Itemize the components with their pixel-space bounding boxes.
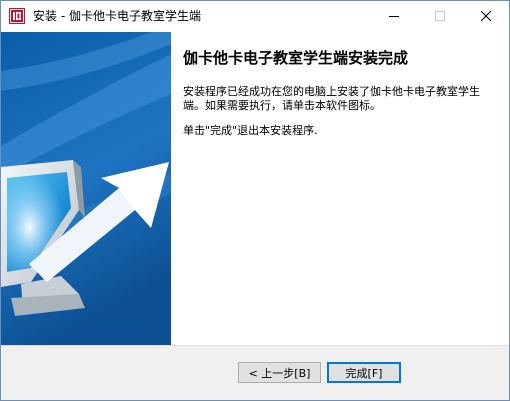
- completion-message: 安装程序已经成功在您的电脑上安装了伽卡他卡电子教室学生端。如果需要执行，请单击本…: [183, 85, 480, 112]
- installer-window: 安装 - 伽卡他卡电子教室学生端 伽卡他卡电子教室学生端安装完成 安装程序已经成…: [0, 0, 510, 401]
- button-bar: < 上一步[B] 完成[F]: [1, 345, 509, 400]
- back-button[interactable]: < 上一步[B]: [238, 362, 321, 383]
- content-panel: 伽卡他卡电子教室学生端安装完成 安装程序已经成功在您的电脑上安装了伽卡他卡电子教…: [171, 32, 509, 345]
- title-bar[interactable]: 安装 - 伽卡他卡电子教室学生端: [1, 1, 509, 32]
- sidebar-banner: [1, 32, 171, 345]
- page-title: 伽卡他卡电子教室学生端安装完成: [183, 49, 409, 67]
- minimize-button[interactable]: [371, 1, 417, 32]
- window-title: 安装 - 伽卡他卡电子教室学生端: [33, 9, 201, 23]
- minimize-icon: [389, 16, 399, 17]
- app-logo-icon: [9, 8, 25, 24]
- monitor-arrow-illustration: [1, 32, 171, 345]
- maximize-button[interactable]: [417, 1, 463, 32]
- finish-hint: 单击"完成"退出本安装程序.: [183, 124, 318, 137]
- close-icon: [481, 11, 491, 21]
- close-button[interactable]: [463, 1, 509, 32]
- maximize-icon: [435, 11, 445, 21]
- finish-button[interactable]: 完成[F]: [327, 362, 401, 383]
